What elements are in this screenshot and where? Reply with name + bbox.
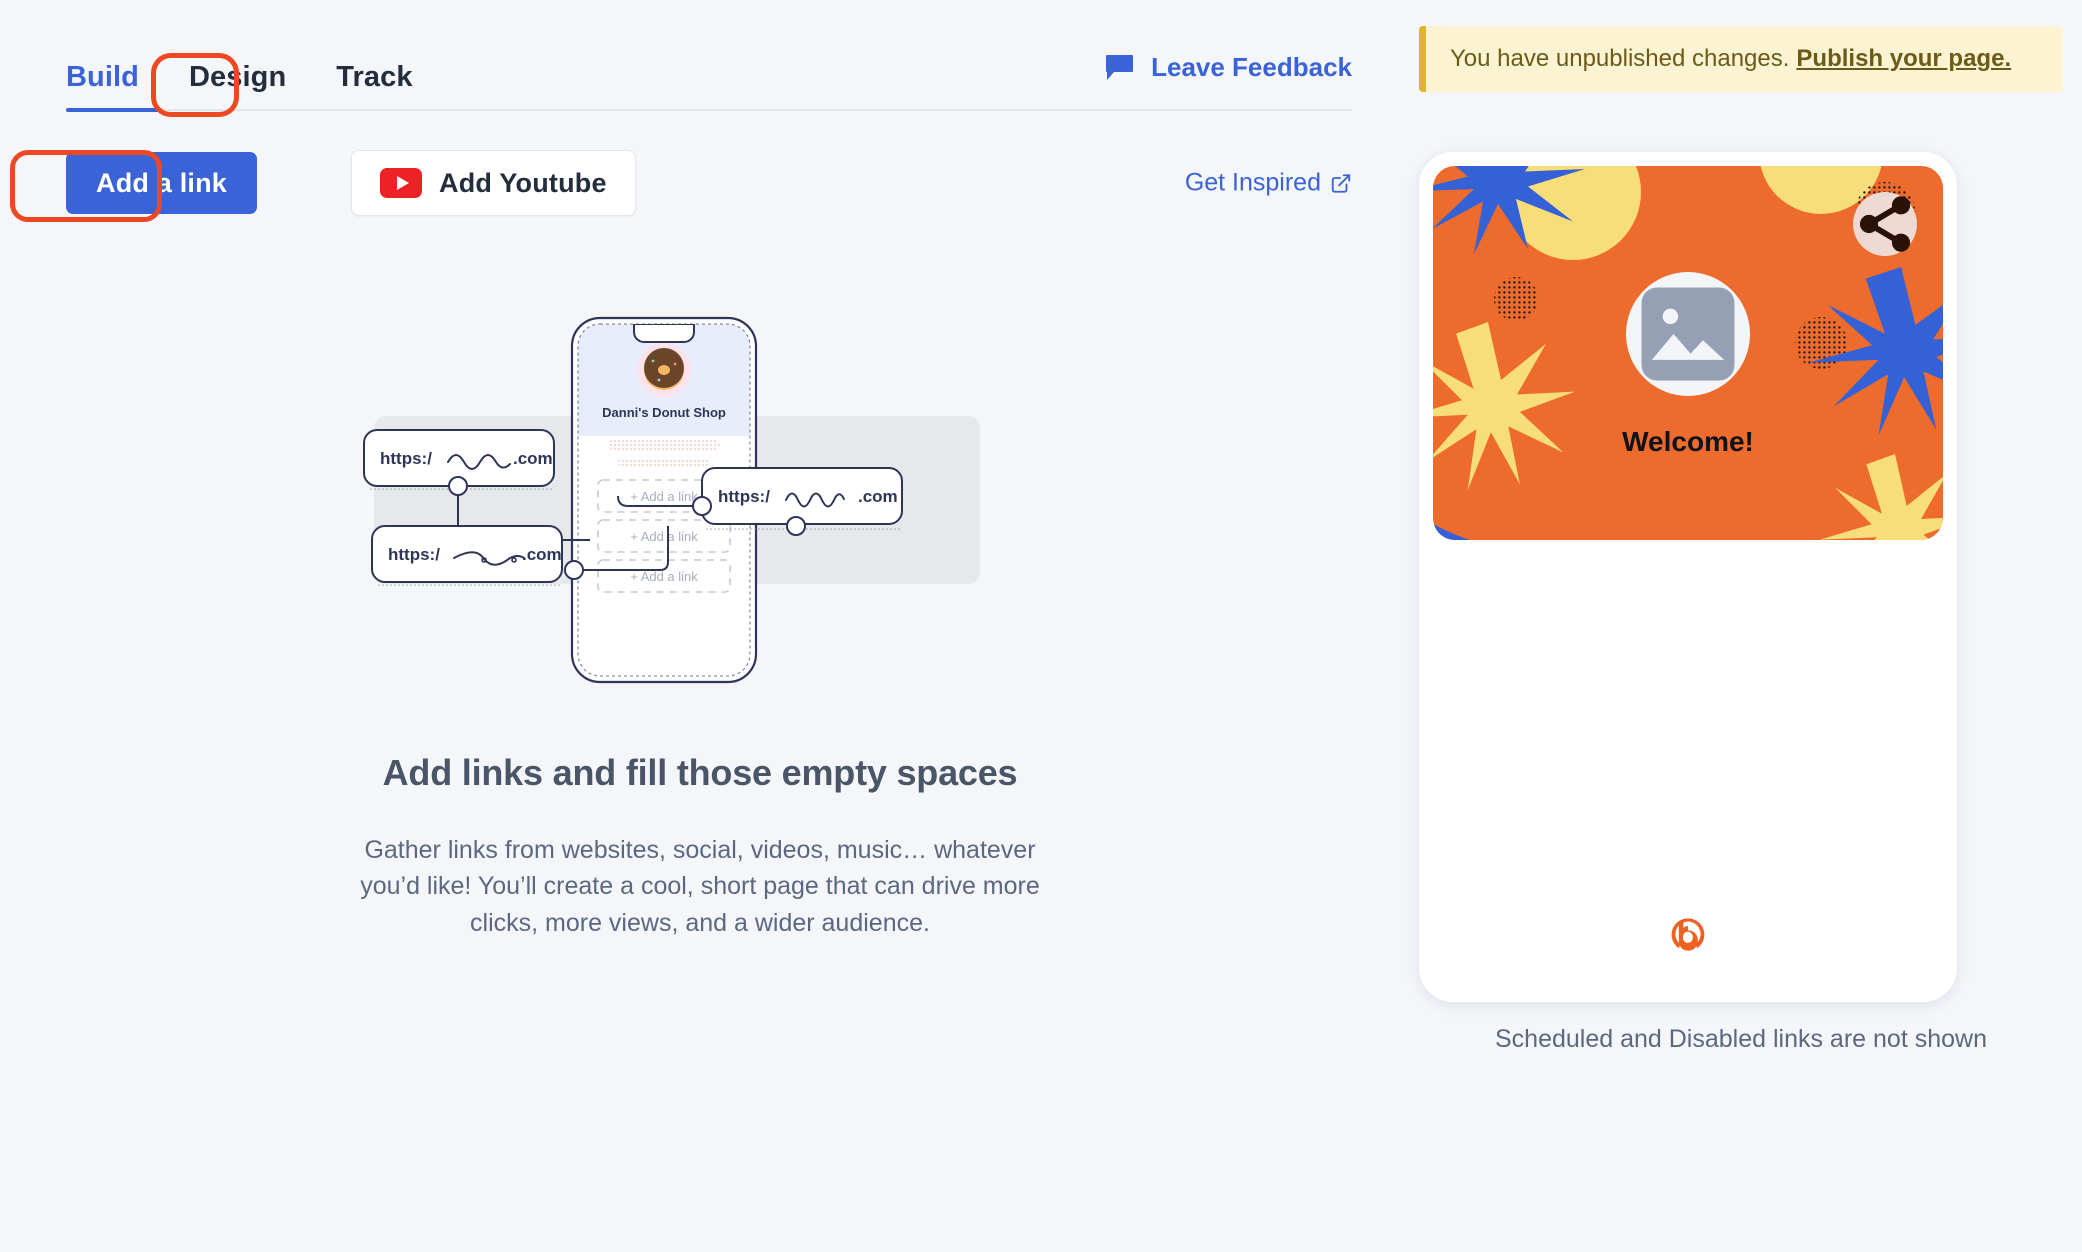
empty-state-body: Gather links from websites, social, vide…	[360, 836, 1040, 937]
publish-page-link[interactable]: Publish your page.	[1796, 45, 2011, 73]
empty-state-illustration: Danni's Donut Shop + Add a link + Add a …	[350, 300, 1050, 700]
svg-text:.com: .com	[513, 449, 553, 468]
illustration-profile-name: Danni's Donut Shop	[602, 405, 726, 420]
leave-feedback-link[interactable]: Leave Feedback	[1105, 52, 1352, 83]
get-inspired-label: Get Inspired	[1184, 168, 1321, 197]
tab-design[interactable]: Design	[189, 61, 286, 112]
page-preview-card: Welcome!	[1419, 152, 1957, 1002]
svg-text:https:/: https:/	[380, 449, 432, 468]
external-link-icon	[1331, 173, 1351, 193]
share-icon	[1859, 196, 1911, 252]
builder-panel: Build Design Track Add a link Add Youtub…	[0, 0, 1400, 1252]
svg-text:https:/: https:/	[388, 545, 440, 564]
share-button[interactable]	[1853, 192, 1917, 256]
tab-build[interactable]: Build	[66, 61, 139, 112]
add-youtube-button[interactable]: Add Youtube	[351, 150, 636, 216]
tab-bar-divider	[66, 109, 1352, 111]
url-pill-3: https:/ .com	[371, 525, 563, 588]
image-placeholder-icon	[1641, 287, 1735, 381]
youtube-play-icon	[380, 168, 423, 198]
links-illustration-svg: Danni's Donut Shop + Add a link + Add a …	[363, 316, 980, 684]
avatar	[1626, 272, 1750, 396]
svg-text:+ Add a link: + Add a link	[630, 569, 698, 584]
get-inspired-link[interactable]: Get Inspired	[1185, 169, 1352, 198]
url-pill-1: https:/ .com	[363, 429, 555, 496]
svg-text:https:/: https:/	[718, 487, 770, 506]
svg-text:.com: .com	[858, 487, 898, 506]
empty-state: Danni's Donut Shop + Add a link + Add a …	[48, 300, 1352, 941]
svg-text:+ Add a link: + Add a link	[630, 489, 698, 504]
add-link-button[interactable]: Add a link	[66, 152, 258, 214]
notice-text: You have unpublished changes.	[1450, 45, 1790, 72]
active-tab-indicator	[66, 108, 160, 112]
preview-hero-banner: Welcome!	[1433, 166, 1943, 540]
speech-bubble-icon	[1106, 54, 1134, 80]
empty-state-title: Add links and fill those empty spaces	[382, 752, 1018, 793]
preview-panel: You have unpublished changes. Publish yo…	[1400, 0, 2082, 1252]
svg-text:.com: .com	[522, 545, 562, 564]
svg-text:+ Add a link: + Add a link	[630, 529, 698, 544]
leave-feedback-label: Leave Feedback	[1151, 52, 1352, 82]
preview-footnote: Scheduled and Disabled links are not sho…	[1495, 1025, 1987, 1053]
bitly-b-logo	[1667, 915, 1709, 962]
tab-track[interactable]: Track	[336, 61, 412, 112]
url-pill-2: https:/ .com	[701, 467, 903, 536]
add-youtube-label: Add Youtube	[439, 167, 607, 198]
link-toolbar: Add a link Add Youtube Get Inspired	[48, 150, 1352, 216]
welcome-text: Welcome!	[1622, 426, 1754, 457]
page-root: Build Design Track Add a link Add Youtub…	[0, 0, 2082, 1252]
unpublished-changes-banner: You have unpublished changes. Publish yo…	[1419, 26, 2063, 92]
